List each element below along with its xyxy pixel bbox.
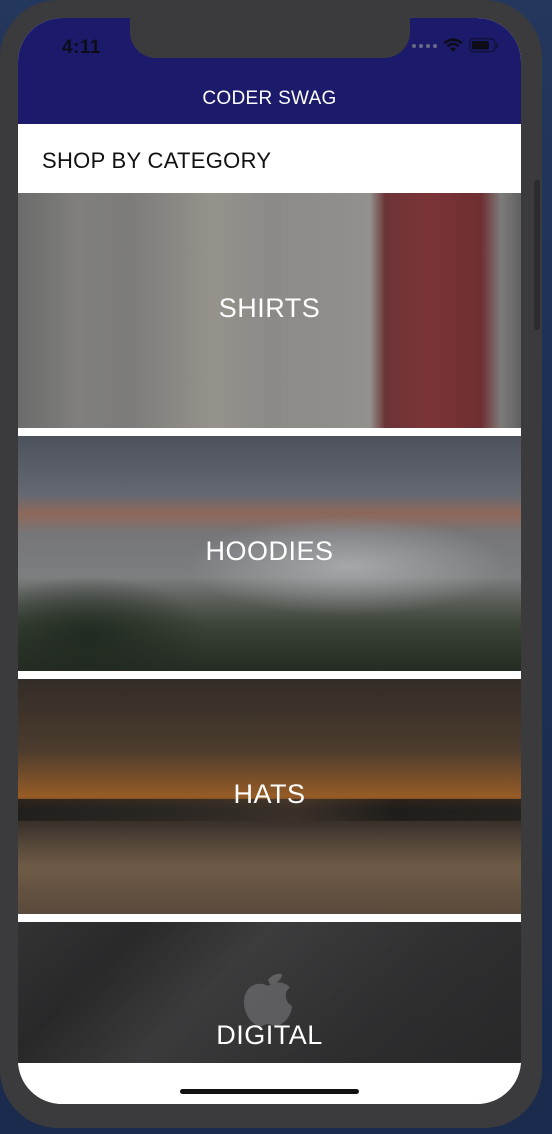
category-label: DIGITAL xyxy=(216,1020,323,1050)
battery-icon xyxy=(469,38,498,53)
side-button xyxy=(534,180,540,330)
category-row-hats[interactable]: HATS xyxy=(18,679,521,914)
status-icons xyxy=(412,38,499,53)
apple-logo-icon xyxy=(244,973,292,1026)
category-label: HATS xyxy=(233,779,306,809)
category-row-shirts[interactable]: SHIRTS xyxy=(18,193,521,428)
category-row-hoodies[interactable]: HOODIES xyxy=(18,436,521,671)
wifi-icon xyxy=(443,38,463,52)
section-title: SHOP BY CATEGORY xyxy=(42,148,272,173)
home-indicator[interactable] xyxy=(180,1089,359,1094)
notch xyxy=(130,18,410,58)
home-indicator-area xyxy=(18,1063,521,1104)
navigation-bar: 4:11 CODER SWAG xyxy=(18,18,521,124)
category-row-digital[interactable]: DIGITAL xyxy=(18,922,521,1063)
nav-title: CODER SWAG xyxy=(202,88,337,109)
category-label: HOODIES xyxy=(205,536,334,566)
phone-frame: 4:11 CODER SWAG SHOP BY CATEGORY SHIRTS … xyxy=(0,0,542,1128)
status-time: 4:11 xyxy=(62,37,101,58)
signal-dots-icon xyxy=(412,43,437,48)
app-screen: 4:11 CODER SWAG SHOP BY CATEGORY SHIRTS … xyxy=(18,18,521,1104)
category-label: SHIRTS xyxy=(218,293,321,323)
section-header: SHOP BY CATEGORY xyxy=(18,124,521,193)
